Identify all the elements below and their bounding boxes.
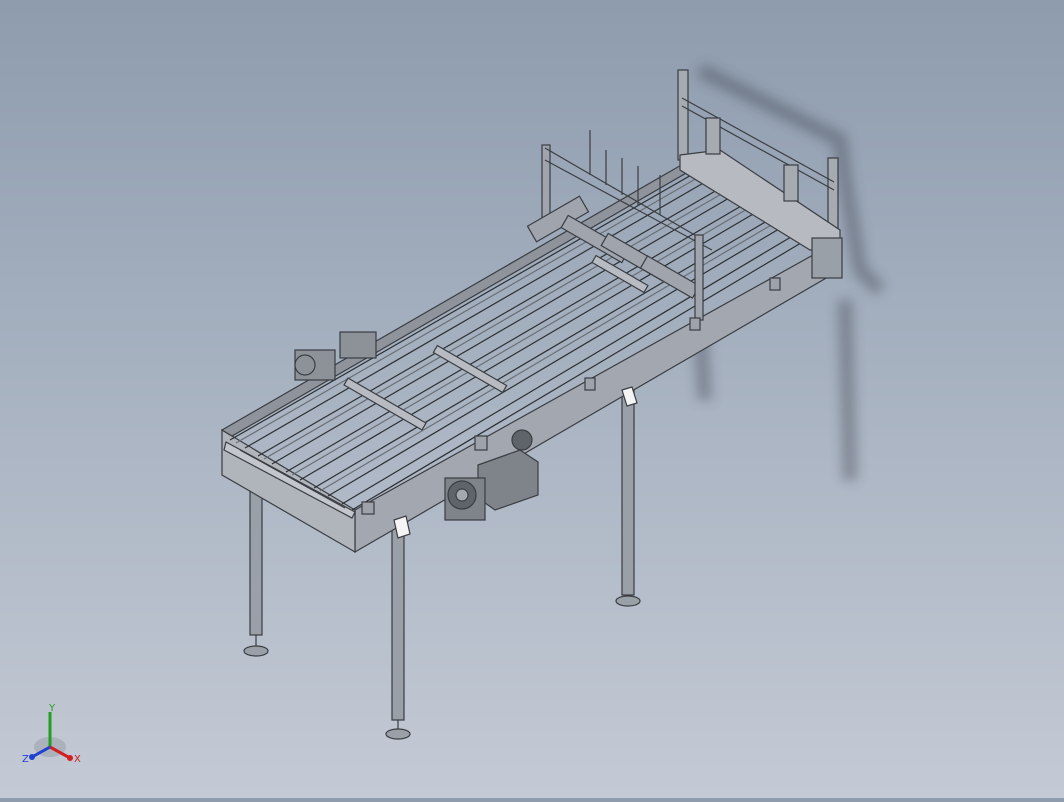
view-orientation-triad[interactable]: Y X Z [18, 702, 88, 772]
rear-motor [294, 331, 377, 381]
x-axis-label: X [74, 754, 81, 765]
z-axis-label: Z [22, 754, 29, 765]
front-side-frame [221, 238, 841, 554]
conveyor-model[interactable] [0, 0, 1064, 798]
y-axis-label: Y [48, 703, 56, 714]
graphics-viewport[interactable]: Y X Z [0, 0, 1064, 798]
